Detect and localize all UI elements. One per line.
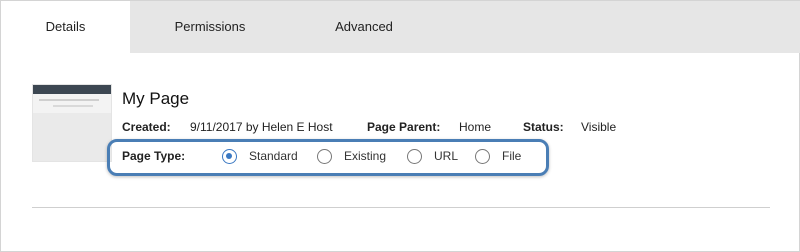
page-type-option-file[interactable]: File bbox=[475, 147, 521, 165]
tab-details[interactable]: Details bbox=[1, 1, 130, 53]
section-divider bbox=[32, 207, 770, 208]
radio-label: File bbox=[502, 149, 522, 163]
created-value: 9/11/2017 by Helen E Host bbox=[190, 120, 333, 134]
page-type-option-existing[interactable]: Existing bbox=[317, 147, 386, 165]
page-parent-value: Home bbox=[459, 120, 492, 134]
page-parent-label: Page Parent: bbox=[367, 120, 441, 134]
radio-label: URL bbox=[434, 149, 459, 163]
created-label: Created: bbox=[122, 120, 171, 134]
radio-button-checked[interactable] bbox=[222, 148, 237, 164]
page-thumbnail bbox=[32, 84, 112, 162]
thumbnail-header-bar bbox=[33, 85, 111, 94]
radio-label: Existing bbox=[344, 149, 387, 163]
status-label: Status: bbox=[523, 120, 564, 134]
radio-label: Standard bbox=[249, 149, 298, 163]
thumbnail-line bbox=[39, 99, 99, 101]
status-value: Visible bbox=[581, 120, 617, 134]
page-type-option-url[interactable]: URL bbox=[407, 147, 458, 165]
thumbnail-line bbox=[53, 105, 93, 107]
radio-button[interactable] bbox=[317, 148, 332, 164]
page-settings-panel: Details Permissions Advanced My Page Cre… bbox=[0, 0, 800, 252]
page-type-option-standard[interactable]: Standard bbox=[222, 147, 298, 165]
tab-advanced[interactable]: Advanced bbox=[290, 1, 438, 53]
radio-button[interactable] bbox=[407, 148, 422, 164]
page-type-label: Page Type: bbox=[122, 149, 186, 163]
tab-permissions[interactable]: Permissions bbox=[130, 1, 290, 53]
page-title: My Page bbox=[122, 89, 190, 108]
thumbnail-content bbox=[33, 113, 111, 161]
tab-bar: Details Permissions Advanced bbox=[1, 1, 800, 53]
radio-button[interactable] bbox=[475, 148, 490, 164]
